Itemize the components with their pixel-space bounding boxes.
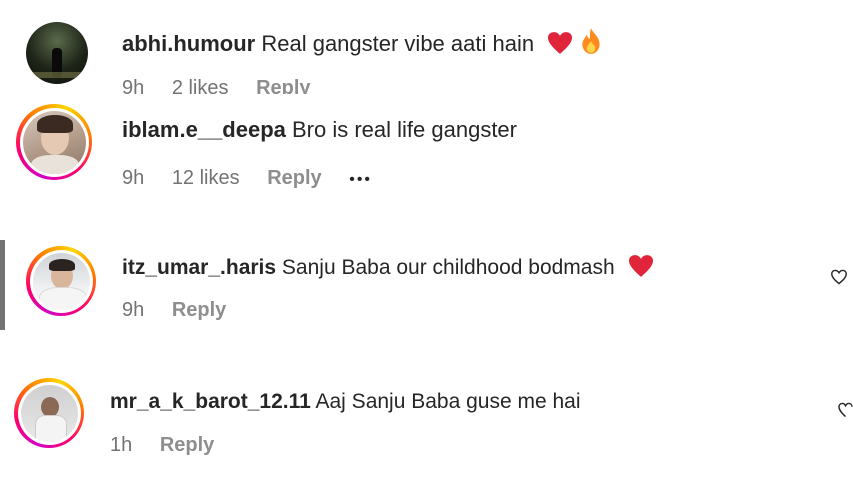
reply-button[interactable]: Reply [160,434,214,456]
comment-time: 9h [122,299,145,321]
like-heart-icon[interactable] [838,402,853,423]
like-heart-icon[interactable] [830,269,848,290]
fire-icon [580,27,602,62]
comment-time: 9h [122,77,145,94]
avatar[interactable] [14,378,84,448]
comment-username[interactable]: mr_a_k_barot_12.11 [110,390,311,413]
avatar[interactable] [16,104,92,180]
comment-text: Sanju Baba our childhood bodmash [281,256,615,279]
reply-button[interactable]: Reply [256,77,310,94]
comment-time: 1h [110,434,133,456]
avatar[interactable] [26,22,88,84]
comment-time: 9h [122,167,145,189]
comment-text: Aaj Sanju Baba guse me hai [315,390,581,413]
avatar[interactable] [26,246,96,316]
reply-button[interactable]: Reply [267,167,321,189]
more-options-icon[interactable]: ••• [349,171,372,188]
comment-username[interactable]: itz_umar_.haris [122,256,276,279]
comment-likes[interactable]: 2 likes [172,77,229,94]
comment-username[interactable]: abhi.humour [122,31,255,56]
selection-indicator-bar [0,240,5,330]
comment-text: Bro is real life gangster [292,117,517,142]
comment-text: Real gangster vibe aati hain [261,31,535,56]
red-heart-icon [546,31,574,62]
red-heart-icon [627,254,655,286]
comment-likes[interactable]: 12 likes [172,167,240,189]
reply-button[interactable]: Reply [172,299,226,321]
comment-username[interactable]: iblam.e__deepa [122,117,286,142]
